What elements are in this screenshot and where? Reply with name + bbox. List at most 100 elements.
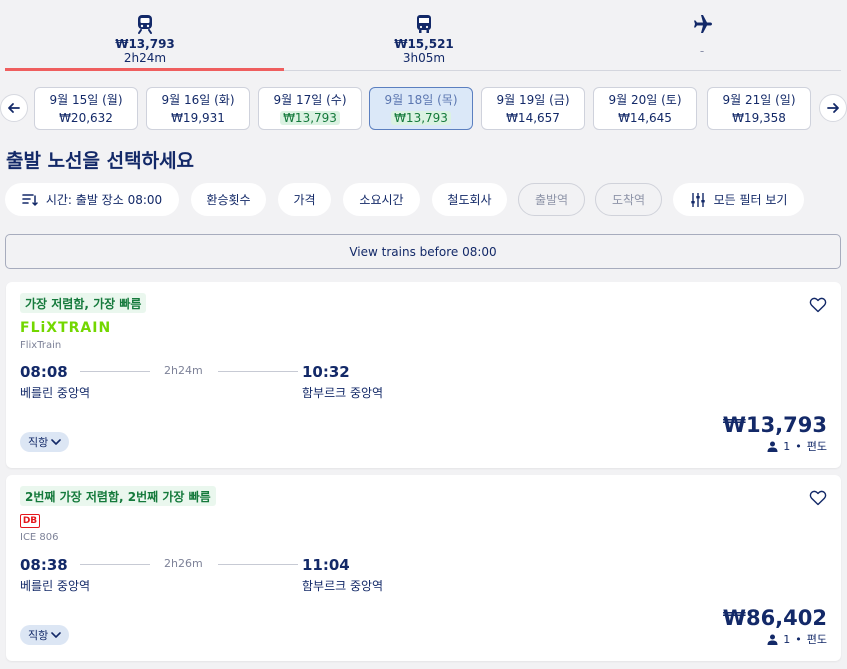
departure-station: 베를린 중앙역 [20, 386, 91, 400]
arrow-left-icon [8, 103, 20, 113]
date-price: ₩14,657 [506, 111, 560, 125]
sort-icon [22, 193, 38, 206]
operator-filter-button[interactable]: 철도회사 [432, 183, 507, 216]
plane-icon [694, 15, 712, 33]
route-line [80, 371, 150, 372]
all-filters-label: 모든 필터 보기 [713, 193, 788, 207]
ticket-price: ₩13,793 [722, 413, 827, 437]
passenger-info: 1 • 편도 [767, 438, 827, 454]
date-price: ₩14,645 [618, 111, 672, 125]
trip-type: 편도 [806, 633, 827, 646]
result-card[interactable]: 가장 저렴함, 가장 빠름 FLiXTRAIN FlixTrain 08:08 … [6, 282, 841, 468]
departure-station-filter-button[interactable]: 출발역 [518, 183, 585, 216]
mode-duration: - [699, 44, 705, 58]
chevron-down-icon [51, 632, 62, 638]
operator-name: FlixTrain [20, 340, 62, 351]
operator-filter-label: 철도회사 [447, 193, 492, 207]
price-filter-label: 가격 [293, 193, 316, 207]
date-price: ₩19,358 [732, 111, 786, 125]
page-title: 출발 노선을 선택하세요 [6, 150, 195, 172]
date-option-selected[interactable]: 9월 18일 (목) ₩13,793 [369, 87, 473, 130]
date-option[interactable]: 9월 16일 (화) ₩19,931 [146, 87, 250, 130]
view-earlier-trains-label: View trains before 08:00 [349, 244, 497, 259]
mode-price: ₩15,521 [394, 37, 454, 51]
flixtrain-logo: FLiXTRAIN [20, 320, 112, 336]
transport-mode-tabs: ₩13,793 2h24m ₩15,521 3h05m - [0, 0, 847, 72]
departure-station: 베를린 중앙역 [20, 579, 91, 593]
passenger-count: 1 [783, 632, 791, 646]
departure-time: 08:38 [20, 556, 68, 574]
result-badge: 2번째 가장 저렴함, 2번째 가장 빠름 [20, 486, 216, 506]
sliders-icon [690, 192, 705, 207]
favorite-heart-icon[interactable] [809, 489, 827, 507]
direct-route-toggle[interactable]: 직항 [20, 625, 70, 645]
sort-filter-button[interactable]: 시간: 출발 장소 08:00 [5, 183, 179, 216]
duration-filter-button[interactable]: 소요시간 [343, 183, 420, 216]
next-dates-button[interactable] [819, 94, 847, 122]
passenger-info: 1 • 편도 [767, 631, 827, 647]
price-filter-button[interactable]: 가격 [278, 183, 331, 216]
trip-duration: 2h26m [164, 557, 203, 570]
tab-bus[interactable]: ₩15,521 3h05m [284, 12, 564, 65]
view-earlier-trains-button[interactable]: View trains before 08:00 [5, 234, 841, 269]
transfers-filter-label: 환승횟수 [206, 193, 251, 207]
departure-time: 08:08 [20, 363, 68, 381]
direct-label: 직항 [28, 436, 49, 449]
tab-flight[interactable]: - [562, 12, 842, 58]
previous-dates-button[interactable] [0, 94, 28, 122]
separator-dot: • [795, 439, 802, 453]
mode-duration: 3h05m [402, 51, 446, 65]
arrival-station-filter-label: 도착역 [611, 193, 646, 207]
arrival-time: 10:32 [302, 363, 350, 381]
mode-duration: 2h24m [123, 51, 167, 65]
active-tab-indicator [5, 68, 284, 71]
favorite-heart-icon[interactable] [809, 296, 827, 314]
date-option[interactable]: 9월 19일 (금) ₩14,657 [481, 87, 585, 130]
route-line [80, 564, 150, 565]
tab-train[interactable]: ₩13,793 2h24m [5, 12, 285, 65]
date-price: ₩13,793 [391, 111, 451, 125]
date-label: 9월 21일 (일) [722, 93, 796, 107]
tab-divider [284, 70, 841, 71]
sort-filter-label: 시간: 출발 장소 08:00 [45, 193, 163, 207]
operator-name: ICE 806 [20, 532, 59, 543]
ticket-price: ₩86,402 [722, 606, 827, 630]
date-label: 9월 20일 (토) [608, 93, 682, 107]
trip-duration: 2h24m [164, 364, 203, 377]
date-label: 9월 16일 (화) [161, 93, 235, 107]
arrival-station: 함부르크 중앙역 [302, 579, 384, 593]
result-card[interactable]: 2번째 가장 저렴함, 2번째 가장 빠름 DB ICE 806 08:38 2… [6, 475, 841, 661]
separator-dot: • [795, 632, 802, 646]
date-label: 9월 15일 (월) [49, 93, 123, 107]
date-label: 9월 17일 (수) [273, 93, 347, 107]
arrow-right-icon [827, 103, 839, 113]
route-line [218, 564, 298, 565]
date-label: 9월 18일 (목) [384, 93, 458, 107]
chevron-down-icon [51, 439, 62, 445]
date-option[interactable]: 9월 21일 (일) ₩19,358 [707, 87, 811, 130]
route-line [218, 371, 298, 372]
date-label: 9월 19일 (금) [496, 93, 570, 107]
all-filters-button[interactable]: 모든 필터 보기 [673, 183, 804, 216]
bus-icon [417, 15, 431, 33]
duration-filter-label: 소요시간 [359, 193, 404, 207]
date-option[interactable]: 9월 17일 (수) ₩13,793 [258, 87, 362, 130]
date-price: ₩19,931 [171, 111, 225, 125]
passenger-count: 1 [783, 439, 791, 453]
date-price: ₩13,793 [280, 111, 340, 125]
person-icon [767, 441, 778, 452]
direct-label: 직항 [28, 629, 49, 642]
arrival-station-filter-button[interactable]: 도착역 [595, 183, 662, 216]
mode-price: ₩13,793 [115, 37, 175, 51]
direct-route-toggle[interactable]: 직항 [20, 432, 70, 452]
person-icon [767, 634, 778, 645]
date-option[interactable]: 9월 20일 (토) ₩14,645 [593, 87, 697, 130]
train-icon [138, 15, 152, 34]
departure-station-filter-label: 출발역 [534, 193, 569, 207]
date-option[interactable]: 9월 15일 (월) ₩20,632 [34, 87, 138, 130]
arrival-time: 11:04 [302, 556, 350, 574]
date-price: ₩20,632 [59, 111, 113, 125]
arrival-station: 함부르크 중앙역 [302, 386, 384, 400]
db-logo: DB [20, 514, 40, 528]
transfers-filter-button[interactable]: 환승횟수 [191, 183, 266, 216]
